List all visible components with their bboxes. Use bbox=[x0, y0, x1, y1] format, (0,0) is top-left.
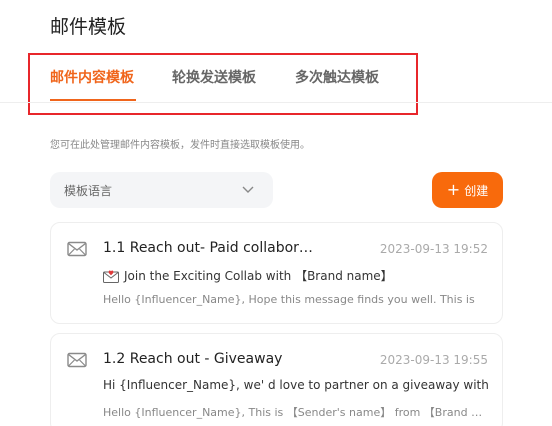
template-date: 2023-09-13 19:55 bbox=[379, 353, 488, 367]
template-card[interactable]: 1.1 Reach out- Paid collaboration 2023-0… bbox=[50, 222, 503, 324]
template-title: 1.1 Reach out- Paid collaboration bbox=[103, 240, 318, 256]
tab-multi-touch-templates[interactable]: 多次触达模板 bbox=[295, 67, 379, 87]
template-preview: Hello {Influencer_Name}, Hope this messa… bbox=[103, 293, 475, 306]
create-button-label: 创建 bbox=[464, 183, 489, 198]
page-title: 邮件模板 bbox=[50, 16, 127, 38]
envelope-heart-icon bbox=[103, 270, 119, 283]
tab-content-templates[interactable]: 邮件内容模板 bbox=[50, 67, 134, 87]
template-card[interactable]: 1.2 Reach out - Giveaway 2023-09-13 19:5… bbox=[50, 333, 503, 426]
template-subject-text: Hi {Influencer_Name}, we' d love to part… bbox=[103, 378, 488, 392]
mail-icon bbox=[67, 352, 87, 368]
template-date: 2023-09-13 19:52 bbox=[379, 242, 488, 256]
template-title: 1.2 Reach out - Giveaway bbox=[103, 351, 283, 367]
language-select-placeholder: 模板语言 bbox=[64, 184, 113, 198]
template-subject: Join the Exciting Collab with 【Brand nam… bbox=[103, 267, 488, 284]
plus-icon: + bbox=[446, 180, 461, 199]
template-subject: Hi {Influencer_Name}, we' d love to part… bbox=[103, 378, 488, 392]
tab-rotation-templates[interactable]: 轮换发送模板 bbox=[172, 67, 256, 87]
template-preview: Hello {Influencer_Name}, This is 【Sender… bbox=[103, 406, 488, 419]
mail-icon bbox=[67, 241, 87, 257]
active-tab-indicator bbox=[50, 99, 136, 101]
template-subject-text: Join the Exciting Collab with 【Brand nam… bbox=[124, 269, 393, 283]
create-button[interactable]: + 创建 bbox=[432, 172, 503, 208]
language-select[interactable]: 模板语言 bbox=[50, 172, 273, 208]
hint-text: 您可在此处管理邮件内容模板，发件时直接选取模板使用。 bbox=[50, 140, 310, 151]
chevron-down-icon bbox=[242, 186, 254, 193]
tabs-divider bbox=[0, 102, 552, 103]
